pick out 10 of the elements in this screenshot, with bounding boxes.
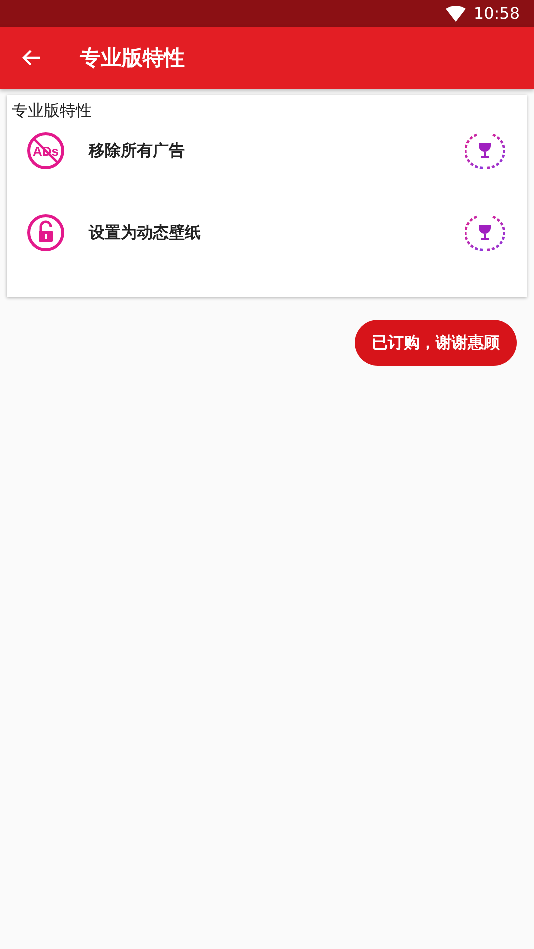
unlock-icon: [27, 214, 65, 252]
page-title: 专业版特性: [80, 45, 185, 72]
clock-time: 10:58: [474, 4, 520, 23]
subscribed-button[interactable]: 已订购，谢谢惠顾: [355, 320, 517, 366]
card-title: 专业版特性: [12, 101, 93, 122]
trophy-laurel-icon: [465, 131, 505, 171]
feature-label: 移除所有广告: [89, 140, 186, 162]
wifi-icon: [446, 6, 466, 22]
feature-label: 设置为动态壁纸: [89, 222, 202, 244]
trophy-laurel-icon: [465, 213, 505, 253]
